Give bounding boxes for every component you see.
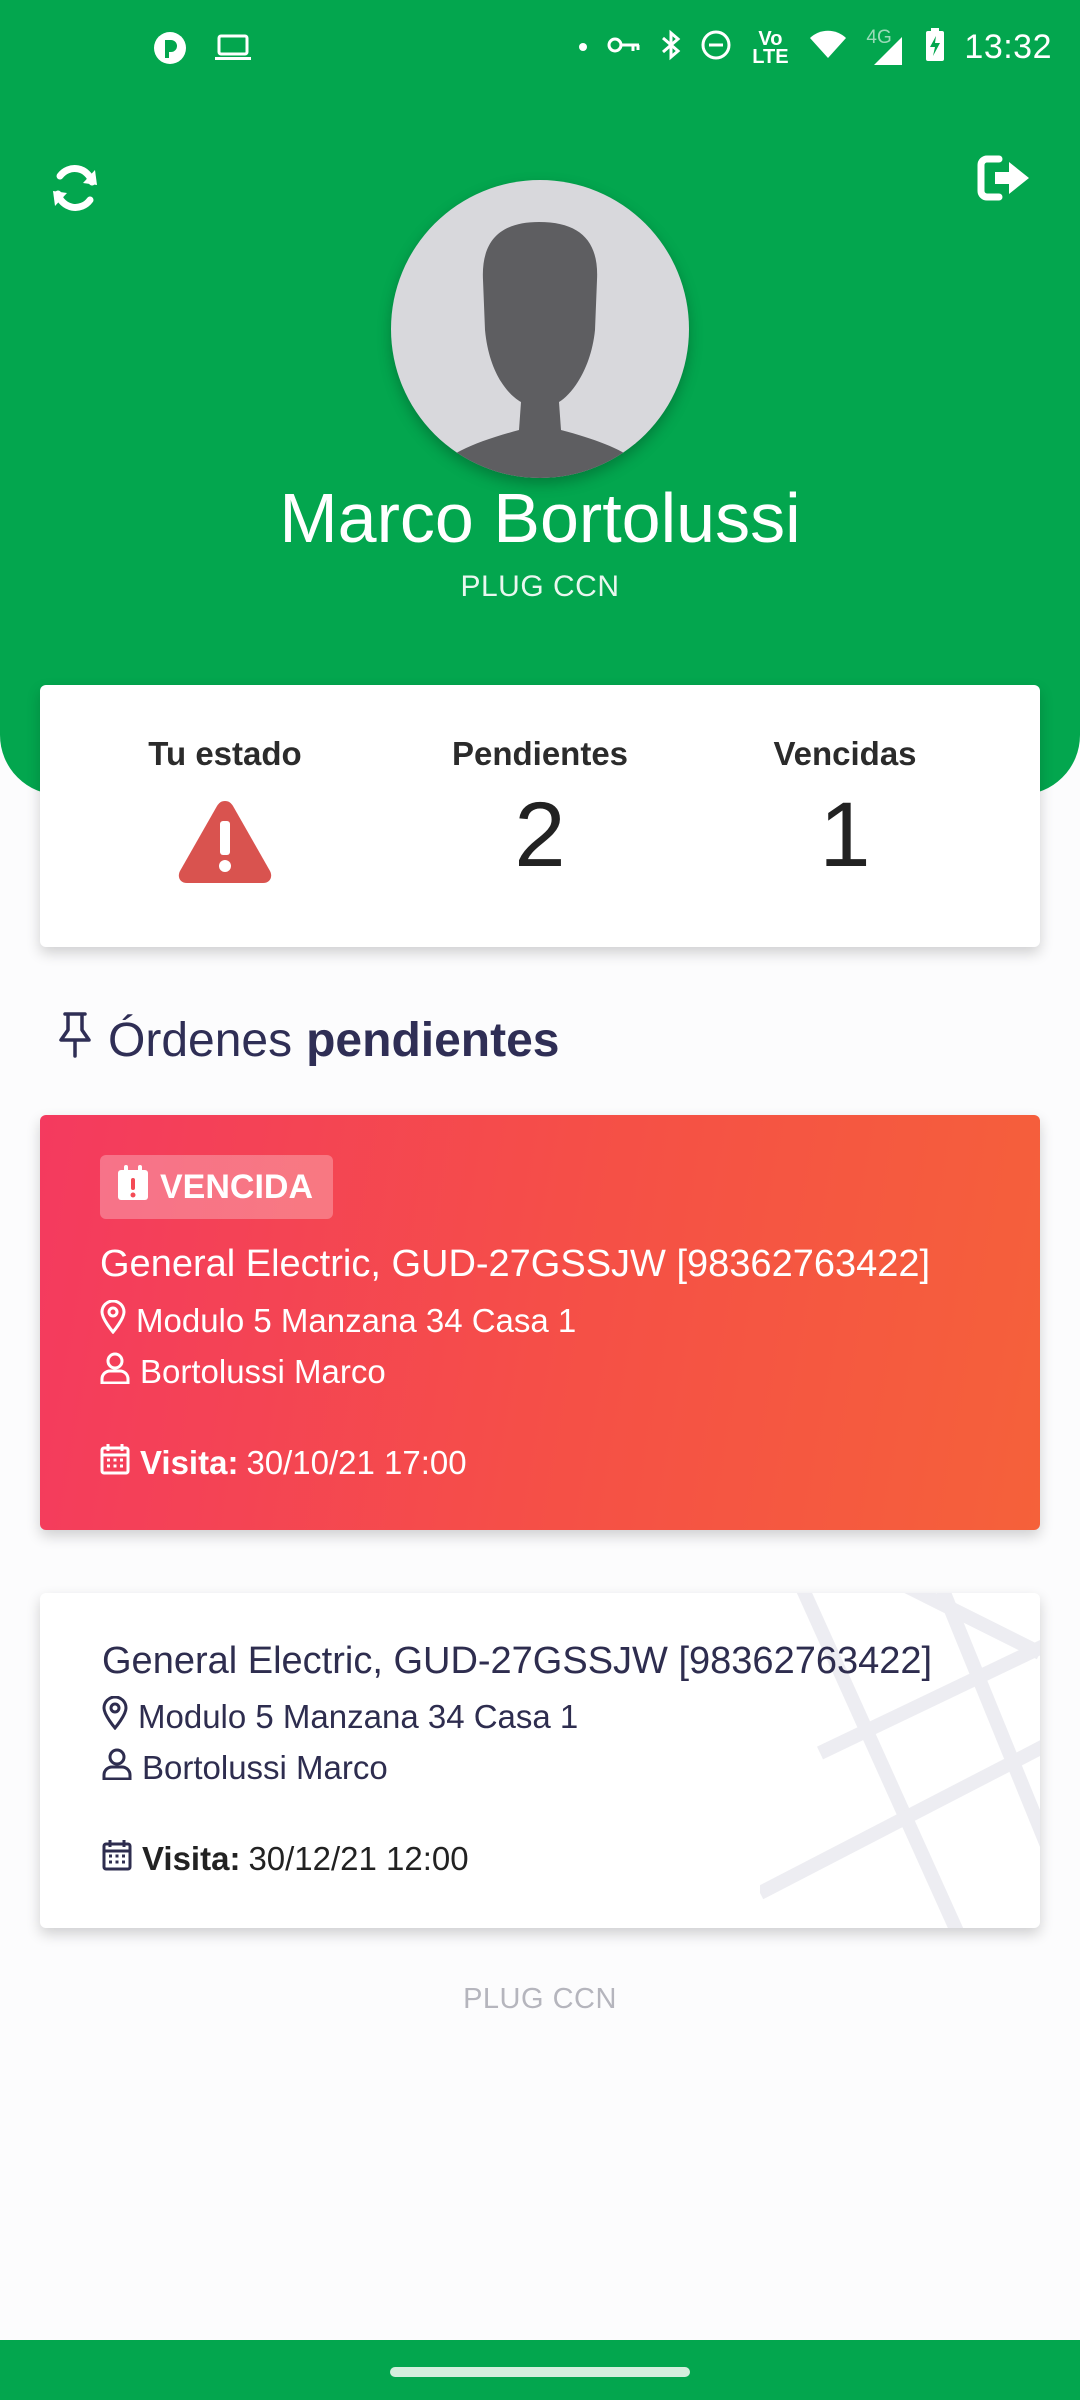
bluetooth-icon <box>660 29 682 66</box>
pin-icon <box>56 1010 94 1070</box>
app-notification-icon <box>152 30 188 71</box>
order-address: Modulo 5 Manzana 34 Casa 1 <box>138 1698 579 1735</box>
stat-vencidas-label: Vencidas <box>773 735 917 772</box>
order-card[interactable]: General Electric, GUD-27GSSJW [983627634… <box>40 1593 1040 1928</box>
volte-label: Vo LTE <box>752 27 789 68</box>
stat-pendientes-value: 2 <box>514 784 566 886</box>
stat-pendientes[interactable]: Pendientes 2 <box>390 685 690 885</box>
home-gesture-handle[interactable] <box>390 2367 690 2377</box>
do-not-disturb-icon <box>700 29 732 66</box>
section-title-part1: Órdenes <box>108 1013 293 1067</box>
logout-icon <box>977 153 1033 208</box>
location-pin-icon <box>102 1695 128 1738</box>
order-address: Modulo 5 Manzana 34 Casa 1 <box>136 1302 577 1339</box>
order-visit-label: Visita: <box>140 1444 239 1481</box>
user-icon <box>100 1352 130 1392</box>
calendar-alert-icon <box>116 1164 150 1211</box>
battery-charging-icon <box>924 28 946 67</box>
order-client: Bortolussi Marco <box>140 1353 386 1390</box>
order-visit-line: Visita: 30/10/21 17:00 <box>100 1443 467 1483</box>
calendar-icon <box>102 1839 132 1879</box>
avatar[interactable] <box>391 180 689 478</box>
order-visit-value: 30/10/21 17:00 <box>246 1444 467 1481</box>
refresh-button[interactable] <box>40 155 110 225</box>
section-title-part2: pendientes <box>306 1013 560 1067</box>
wifi-icon <box>808 30 848 65</box>
warning-triangle-icon <box>75 795 375 890</box>
order-title: General Electric, GUD-27GSSJW [983627634… <box>100 1243 931 1285</box>
stat-estado-label: Tu estado <box>148 735 302 772</box>
clock: 13:32 <box>964 28 1052 66</box>
dot-icon <box>578 39 588 57</box>
order-client: Bortolussi Marco <box>142 1749 388 1786</box>
footer-brand: PLUG CCN <box>463 1983 617 2015</box>
laptop-icon <box>214 33 252 68</box>
vpn-key-icon <box>606 33 642 62</box>
refresh-icon <box>47 160 103 221</box>
order-card-overdue[interactable]: VENCIDA General Electric, GUD-27GSSJW [9… <box>40 1115 1040 1530</box>
user-company: PLUG CCN <box>460 570 620 603</box>
order-visit-line: Visita: 30/12/21 12:00 <box>102 1839 469 1879</box>
order-visit-value: 30/12/21 12:00 <box>248 1840 469 1877</box>
stat-estado[interactable]: Tu estado <box>75 685 375 890</box>
order-address-line: Modulo 5 Manzana 34 Casa 1 <box>100 1299 577 1342</box>
stat-pendientes-label: Pendientes <box>451 735 629 772</box>
stat-vencidas-value: 1 <box>819 784 871 886</box>
calendar-icon <box>100 1443 130 1483</box>
overdue-badge-label: VENCIDA <box>160 1167 314 1206</box>
location-pin-icon <box>100 1299 126 1342</box>
cell-signal-icon: 4G <box>866 27 906 65</box>
order-title: General Electric, GUD-27GSSJW [983627634… <box>102 1640 933 1682</box>
logout-button[interactable] <box>970 145 1040 215</box>
user-icon <box>102 1748 132 1788</box>
order-address-line: Modulo 5 Manzana 34 Casa 1 <box>102 1695 579 1738</box>
stat-vencidas[interactable]: Vencidas 1 <box>695 685 995 885</box>
user-name: Marco Bortolussi <box>279 479 801 557</box>
order-visit-label: Visita: <box>142 1840 241 1877</box>
overdue-badge: VENCIDA <box>100 1155 334 1219</box>
status-bar: Vo LTE 4G 13:32 <box>0 0 1080 105</box>
user-silhouette-icon <box>431 222 649 478</box>
order-client-line: Bortolussi Marco <box>102 1748 388 1788</box>
section-title: Órdenes pendientes <box>56 1010 560 1070</box>
stats-card: Tu estado Pendientes 2 Vencidas 1 <box>40 685 1040 947</box>
order-client-line: Bortolussi Marco <box>100 1352 386 1392</box>
